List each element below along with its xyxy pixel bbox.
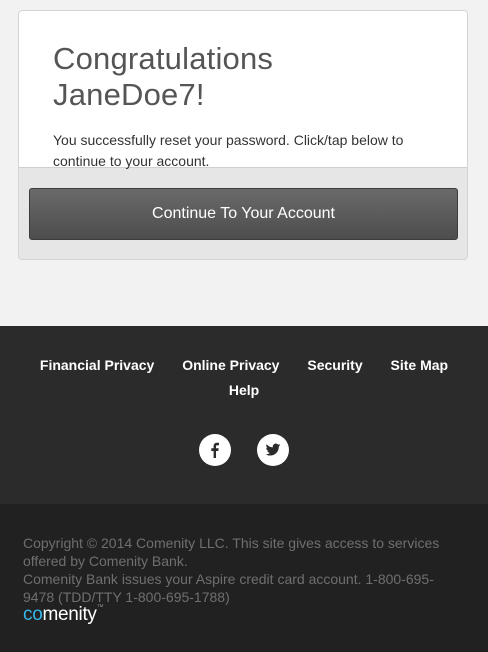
reset-success-card: Congratulations JaneDoe7! You successful… [18,10,468,260]
footer-links: Financial Privacy Online Privacy Securit… [0,353,488,403]
facebook-icon[interactable] [198,434,231,466]
continue-button[interactable]: Continue To Your Account [29,188,458,240]
footer-legal: Copyright © 2014 Comenity LLC. This site… [0,504,488,652]
footer-link-help[interactable]: Help [229,382,259,398]
footer-link-security[interactable]: Security [307,357,362,373]
issuer-text: Comenity Bank issues your Aspire credit … [23,571,434,605]
footer-nav: Financial Privacy Online Privacy Securit… [0,326,488,504]
footer-link-site-map[interactable]: Site Map [391,357,449,373]
card-header: Congratulations JaneDoe7! You successful… [19,11,467,169]
footer-link-online-privacy[interactable]: Online Privacy [182,357,279,373]
social-links [0,434,488,466]
footer-link-financial-privacy[interactable]: Financial Privacy [40,357,154,373]
success-message: You successfully reset your password. Cl… [53,132,404,169]
comenity-logo: comenity™ [23,604,104,625]
twitter-icon[interactable] [257,434,290,466]
page-title: Congratulations JaneDoe7! [53,41,274,112]
copyright-text: Copyright © 2014 Comenity LLC. This site… [23,535,440,569]
legal-text: Copyright © 2014 Comenity LLC. This site… [23,534,463,606]
